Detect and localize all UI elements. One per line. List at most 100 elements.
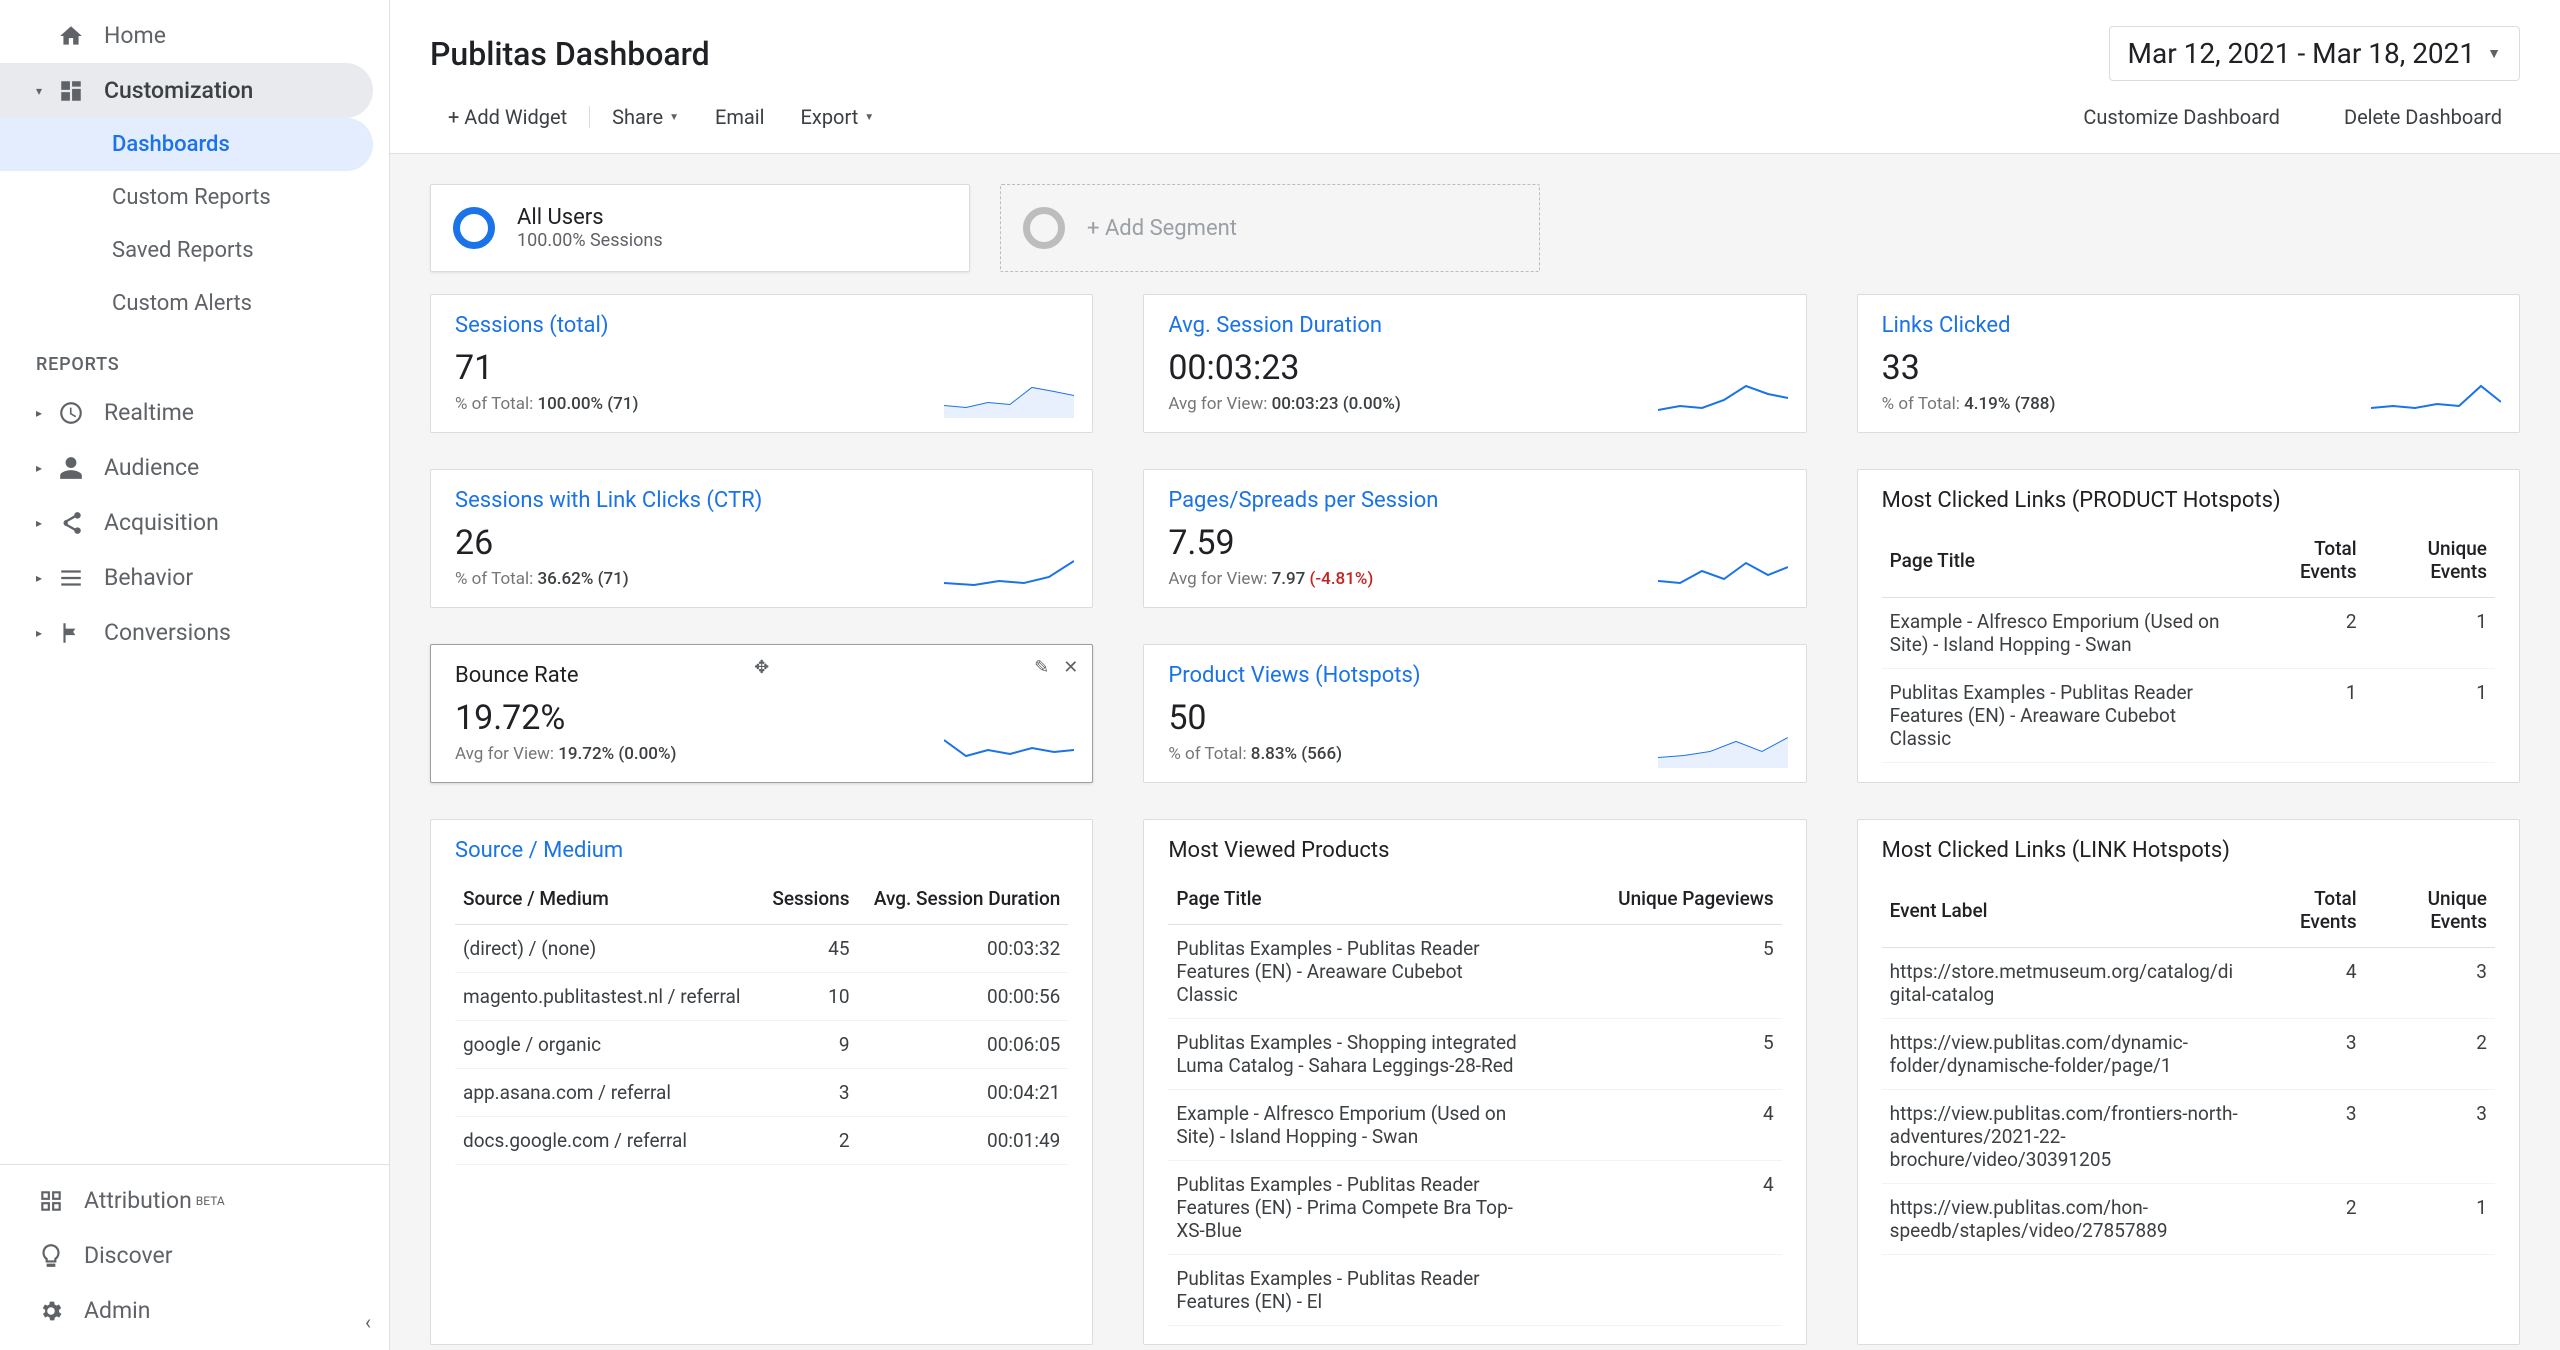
sparkline-icon <box>944 553 1074 593</box>
sidebar-item-attribution[interactable]: Attribution BETA <box>0 1173 373 1228</box>
sidebar-item-label: Behavior <box>104 564 193 591</box>
customize-dashboard-button[interactable]: Customize Dashboard <box>2065 99 2298 135</box>
table-header: Unique Pageviews <box>1536 873 1781 925</box>
add-widget-button[interactable]: + Add Widget <box>430 99 585 135</box>
cell: 1 <box>2365 669 2495 763</box>
sidebar-item-custom-reports[interactable]: Custom Reports <box>0 171 373 224</box>
most-viewed-products-table: Page Title Unique Pageviews Publitas Exa… <box>1168 873 1781 1326</box>
table-row[interactable]: https://view.publitas.com/dynamic-folder… <box>1882 1019 2495 1090</box>
email-button[interactable]: Email <box>697 99 783 135</box>
cell: Example - Alfresco Emporium (Used on Sit… <box>1882 598 2250 669</box>
email-label: Email <box>715 105 765 129</box>
widget-most-viewed-products[interactable]: Most Viewed Products Page Title Unique P… <box>1143 819 1806 1345</box>
widget-sessions-total[interactable]: Sessions (total) 71 % of Total: 100.00% … <box>430 294 1093 433</box>
cell: 3 <box>2365 948 2495 1019</box>
cell: magento.publitastest.nl / referral <box>455 973 761 1021</box>
widget-source-medium[interactable]: Source / Medium Source / Medium Sessions… <box>430 819 1093 1345</box>
sidebar-item-label: Conversions <box>104 619 231 646</box>
widget-most-clicked-link-hotspots[interactable]: Most Clicked Links (LINK Hotspots) Event… <box>1857 819 2520 1345</box>
widget-title: Product Views (Hotspots) <box>1168 663 1781 688</box>
cell: Publitas Examples - Publitas Reader Feat… <box>1168 1255 1536 1326</box>
gear-icon <box>36 1298 66 1324</box>
sparkline-icon <box>1658 553 1788 593</box>
table-row[interactable]: app.asana.com / referral300:04:21 <box>455 1069 1068 1117</box>
widget-title: Links Clicked <box>1882 313 2495 338</box>
export-button[interactable]: Export▼ <box>783 99 893 135</box>
widget-product-views[interactable]: Product Views (Hotspots) 50 % of Total: … <box>1143 644 1806 783</box>
sidebar-item-conversions[interactable]: ▸ Conversions <box>0 605 373 660</box>
sidebar-item-discover[interactable]: Discover <box>0 1228 373 1283</box>
caret-right-icon: ▸ <box>36 461 52 475</box>
date-range-picker[interactable]: Mar 12, 2021 - Mar 18, 2021 ▼ <box>2109 26 2520 81</box>
cell: 00:06:05 <box>858 1021 1069 1069</box>
share-icon <box>56 510 86 536</box>
widget-most-clicked-product-hotspots[interactable]: Most Clicked Links (PRODUCT Hotspots) Pa… <box>1857 469 2520 783</box>
table-row[interactable]: Publitas Examples - Publitas Reader Feat… <box>1168 925 1781 1019</box>
table-header: Total Events <box>2250 523 2365 598</box>
table-header: Page Title <box>1882 523 2250 598</box>
cell: 00:00:56 <box>858 973 1069 1021</box>
cell: 3 <box>2250 1090 2365 1184</box>
person-icon <box>56 455 86 481</box>
sidebar-item-admin[interactable]: Admin <box>0 1283 373 1338</box>
delete-dashboard-button[interactable]: Delete Dashboard <box>2326 99 2520 135</box>
add-widget-label: + Add Widget <box>448 105 567 129</box>
sidebar-item-audience[interactable]: ▸ Audience <box>0 440 373 495</box>
table-row[interactable]: Example - Alfresco Emporium (Used on Sit… <box>1168 1090 1781 1161</box>
sparkline-icon <box>1658 728 1788 768</box>
chevron-down-icon: ▼ <box>864 112 874 123</box>
sidebar-item-saved-reports[interactable]: Saved Reports <box>0 224 373 277</box>
cell: 4 <box>1536 1090 1781 1161</box>
table-row[interactable]: https://store.metmuseum.org/catalog/digi… <box>1882 948 2495 1019</box>
sidebar-item-custom-alerts[interactable]: Custom Alerts <box>0 277 373 330</box>
flag-icon <box>56 620 86 646</box>
sidebar-item-acquisition[interactable]: ▸ Acquisition <box>0 495 373 550</box>
widget-title: Avg. Session Duration <box>1168 313 1781 338</box>
collapse-sidebar-button[interactable]: ‹ <box>365 1310 371 1334</box>
cell: google / organic <box>455 1021 761 1069</box>
sidebar-item-label: Custom Alerts <box>112 291 252 316</box>
table-row[interactable]: docs.google.com / referral200:01:49 <box>455 1117 1068 1165</box>
table-row[interactable]: Publitas Examples - Publitas Reader Feat… <box>1168 1255 1781 1326</box>
table-header: Source / Medium <box>455 873 761 925</box>
cell: 1 <box>2365 598 2495 669</box>
chevron-down-icon: ▼ <box>669 112 679 123</box>
table-header: Sessions <box>761 873 858 925</box>
segment-all-users[interactable]: All Users 100.00% Sessions <box>430 184 970 272</box>
table-row[interactable]: https://view.publitas.com/frontiers-nort… <box>1882 1090 2495 1184</box>
widget-avg-session-duration[interactable]: Avg. Session Duration 00:03:23 Avg for V… <box>1143 294 1806 433</box>
move-handle-icon[interactable]: ✥ <box>754 657 769 678</box>
cell: 2 <box>761 1117 858 1165</box>
table-row[interactable]: Publitas Examples - Publitas Reader Feat… <box>1882 669 2495 763</box>
source-medium-table: Source / Medium Sessions Avg. Session Du… <box>455 873 1068 1165</box>
widget-bounce-rate[interactable]: ✥ ✎ ✕ Bounce Rate 19.72% Avg for View: 1… <box>430 644 1093 783</box>
cell: Publitas Examples - Publitas Reader Feat… <box>1168 925 1536 1019</box>
table-row[interactable]: (direct) / (none)4500:03:32 <box>455 925 1068 973</box>
close-widget-button[interactable]: ✕ <box>1063 657 1078 678</box>
share-button[interactable]: Share▼ <box>594 99 697 135</box>
cell: https://store.metmuseum.org/catalog/digi… <box>1882 948 2250 1019</box>
table-row[interactable]: magento.publitastest.nl / referral1000:0… <box>455 973 1068 1021</box>
dashboard-icon <box>56 78 86 104</box>
cell: 10 <box>761 973 858 1021</box>
table-row[interactable]: https://view.publitas.com/hon-speedb/sta… <box>1882 1184 2495 1255</box>
segment-title: All Users <box>517 205 663 230</box>
table-row[interactable]: Publitas Examples - Shopping integrated … <box>1168 1019 1781 1090</box>
table-row[interactable]: google / organic900:06:05 <box>455 1021 1068 1069</box>
caret-right-icon: ▸ <box>36 516 52 530</box>
sidebar-item-realtime[interactable]: ▸ Realtime <box>0 385 373 440</box>
cell: 3 <box>761 1069 858 1117</box>
caret-right-icon: ▸ <box>36 406 52 420</box>
sidebar-item-customization[interactable]: ▾ Customization <box>0 63 373 118</box>
add-segment-button[interactable]: + Add Segment <box>1000 184 1540 272</box>
table-row[interactable]: Publitas Examples - Publitas Reader Feat… <box>1168 1161 1781 1255</box>
sidebar-item-dashboards[interactable]: Dashboards <box>0 118 373 171</box>
sidebar-item-home[interactable]: Home <box>0 8 373 63</box>
table-row[interactable]: Example - Alfresco Emporium (Used on Sit… <box>1882 598 2495 669</box>
widget-links-clicked[interactable]: Links Clicked 33 % of Total: 4.19% (788) <box>1857 294 2520 433</box>
sidebar-item-behavior[interactable]: ▸ Behavior <box>0 550 373 605</box>
sidebar-item-label: Custom Reports <box>112 185 271 210</box>
widget-pages-per-session[interactable]: Pages/Spreads per Session 7.59 Avg for V… <box>1143 469 1806 608</box>
widget-sessions-ctr[interactable]: Sessions with Link Clicks (CTR) 26 % of … <box>430 469 1093 608</box>
edit-widget-button[interactable]: ✎ <box>1034 657 1049 678</box>
